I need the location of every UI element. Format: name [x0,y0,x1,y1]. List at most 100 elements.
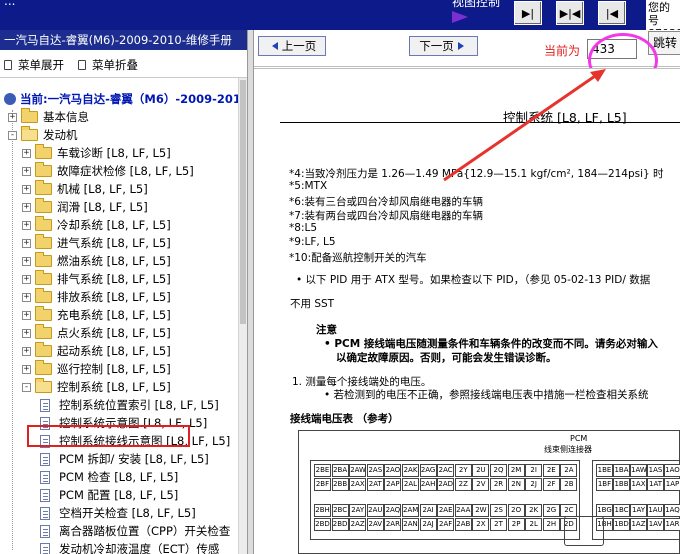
expand-menu-button[interactable]: 菜单展开 [4,57,64,73]
tree-item-label: 起动系统 [L8, LF, L5] [57,344,171,358]
tree-doc-item[interactable]: PCM 拆卸/ 安装 [L8, LF, L5] [40,450,209,468]
expand-icon[interactable]: + [22,346,31,356]
connector-pin: 2P [507,518,525,531]
tree-folder-item[interactable]: + 燃油系统 [L8, LF, L5] [22,252,171,270]
tree-doc-item[interactable]: PCM 配置 [L8, LF, L5] [40,486,178,504]
connector-pin: 2AT [366,478,384,491]
tree-folder-item[interactable]: + 故障症状检修 [L8, LF, L5] [22,162,194,180]
connector-pin: 2AH [419,478,437,491]
connector-pin: 2BE [314,464,331,477]
connector-pin: 2N [507,478,525,491]
connector-pin: 1AP [664,478,680,491]
expand-icon[interactable]: + [8,112,17,122]
tree-folder-item[interactable]: + 润滑 [L8, LF, L5] [22,198,148,216]
tree-folder-item[interactable]: + 排气系统 [L8, LF, L5] [22,270,171,288]
expand-icon[interactable]: + [22,274,31,284]
document-icon [40,542,50,554]
last-page-button[interactable]: ▶| [514,1,542,25]
expand-icon[interactable]: + [22,148,31,158]
footnote-mark: *7 [289,210,301,222]
folder-icon [35,162,52,177]
tree-doc-item[interactable]: 控制系统位置索引 [L8, LF, L5] [40,396,219,414]
title-rule [280,122,680,123]
expand-icon[interactable]: + [22,184,31,194]
connector-pin: 2T [490,518,507,531]
tree-folder-item[interactable]: + 起动系统 [L8, LF, L5] [22,342,171,360]
tree-folder-item[interactable]: + 巡行控制 [L8, LF, L5] [22,360,171,378]
tree-item-label: 车载诊断 [L8, LF, L5] [57,146,171,160]
document-icon [40,524,50,538]
tree-folder-item[interactable]: + 点火系统 [L8, LF, L5] [22,324,171,342]
connector-pin: 2J [525,478,543,491]
folder-icon [35,270,52,285]
tree-folder-item[interactable]: - 控制系统 [L8, LF, L5] [22,378,171,396]
tree-doc-item[interactable]: 发动机冷却液温度（ECT）传感 [40,540,219,554]
play-arrow-icon[interactable] [452,11,468,23]
footnote-text: :配备巡航控制开关的汽车 [307,252,427,264]
expand-icon[interactable]: + [22,256,31,266]
arrow-left-icon [271,42,278,50]
scrollbar-thumb[interactable] [240,80,246,324]
fit-page-button[interactable]: ▶|◀ [556,1,584,25]
expand-icon[interactable]: + [22,202,31,212]
panel-splitter[interactable] [247,30,254,554]
tree-folder-item[interactable]: + 充电系统 [L8, LF, L5] [22,306,171,324]
folder-icon [35,324,52,339]
connector-pin: 1AZ [630,518,647,531]
page-icon [4,60,12,70]
connector-pin: 2BA [331,464,349,477]
connector-pin: 2AR [384,518,402,531]
collapse-icon[interactable]: - [22,382,31,392]
expand-icon[interactable]: + [22,310,31,320]
tree-doc-item[interactable]: 离合器踏板位置（CPP）开关检查 [40,522,230,540]
footnote-mark: *4 [289,168,301,180]
footnote-mark: *8 [289,222,301,234]
tree-folder-item[interactable]: - 发动机 [8,126,78,144]
connector-plug-icon [564,516,604,546]
connector-pin: 2AW [349,464,367,477]
collapse-menu-button[interactable]: 菜单折叠 [78,57,138,73]
connector-pin: 1AU [647,504,664,517]
connector-pin: 2AF [437,518,455,531]
tree-root[interactable]: 当前:一汽马自达-睿翼（M6）-2009-2010 [4,90,238,108]
tree-folder-item[interactable]: + 冷却系统 [L8, LF, L5] [22,216,171,234]
tree-item-label: 润滑 [L8, LF, L5] [57,200,148,214]
expand-icon[interactable]: + [22,166,31,176]
expand-icon[interactable]: + [22,238,31,248]
expand-icon[interactable]: + [22,220,31,230]
folder-icon [35,360,52,375]
root-icon [4,93,16,105]
connector-pin: 2AS [366,464,384,477]
tree-doc-item[interactable]: 空档开关检查 [L8, LF, L5] [40,504,196,522]
navigation-panel: 一汽马自达-睿翼(M6)-2009-2010-维修手册 菜单展开 菜单折叠 当前… [0,30,247,554]
connector-pin: 2AX [349,478,367,491]
folder-icon [35,216,52,231]
tree-folder-item[interactable]: + 机械 [L8, LF, L5] [22,180,148,198]
collapse-icon[interactable]: - [8,130,17,140]
next-page-button[interactable]: 下一页 [409,36,478,56]
tree-item-label: PCM 检查 [L8, LF, L5] [59,470,179,484]
tree-doc-item[interactable]: PCM 检查 [L8, LF, L5] [40,468,178,486]
toolbar-partial-text: ... [4,0,16,8]
connector-pin: 2Q [490,464,507,477]
tree-scrollbar[interactable] [238,78,247,554]
connector-pin: 2AK [402,464,419,477]
connector-pin: 2B [560,478,578,491]
tree-folder-item[interactable]: + 进气系统 [L8, LF, L5] [22,234,171,252]
prev-page-button[interactable]: 上一页 [258,36,326,56]
first-page-button[interactable]: |◀ [598,1,626,25]
footnote-text: :LF, L5 [300,236,336,248]
expand-icon[interactable]: + [22,364,31,374]
tree-item-label: 控制系统位置索引 [L8, LF, L5] [59,398,219,412]
expand-icon[interactable]: + [22,328,31,338]
tree-folder-item[interactable]: + 车载诊断 [L8, LF, L5] [22,144,171,162]
connector-pin: 1AS [647,464,664,477]
footnote-mark: *6 [289,196,301,208]
connector-pin: 2AC [437,464,455,477]
connector-pin: 2Z [454,478,472,491]
tree-folder-item[interactable]: + 排放系统 [L8, LF, L5] [22,288,171,306]
tree-folder-item[interactable]: + 基本信息 [8,108,89,126]
user-label: 您的号 [648,1,670,27]
expand-icon[interactable]: + [22,292,31,302]
folder-open-icon [21,126,38,141]
